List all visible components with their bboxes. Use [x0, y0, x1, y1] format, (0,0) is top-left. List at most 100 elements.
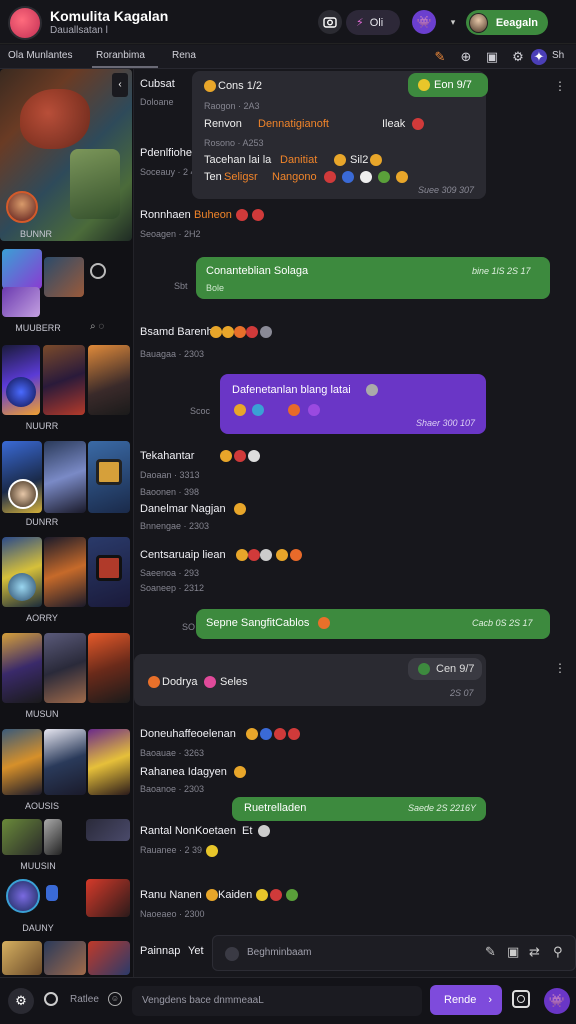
card-line-highlight[interactable]: Dennatigianoft	[258, 118, 329, 130]
chat-bubble-outgoing[interactable]: Sepne SangfitCablos Cacb 0S 2S 17	[196, 609, 550, 639]
share-icon[interactable]: ⇄	[529, 944, 540, 960]
sidebar-group[interactable]: AORRY	[0, 535, 134, 631]
sidebar-group[interactable]	[0, 941, 134, 977]
sidebar-group[interactable]: MUUSIN	[0, 819, 134, 875]
tab-members[interactable]: Ola Munlantes	[8, 50, 72, 61]
more-options-icon[interactable]: ⋮	[554, 661, 566, 675]
sidebar-group[interactable]: ‹ BUNNR	[0, 69, 134, 247]
record-icon[interactable]	[44, 992, 58, 1006]
avatar[interactable]	[6, 191, 38, 223]
search-input[interactable]: Beghminbaam	[247, 947, 311, 958]
gallery-icon[interactable]: ▣	[507, 944, 519, 960]
game-art-tile[interactable]	[2, 287, 40, 317]
game-art-tile[interactable]	[2, 633, 42, 703]
message-input[interactable]: Vengdens bace dnmmeaaL	[132, 986, 422, 1016]
chat-bubble-outgoing[interactable]: Conanteblian Solaga Bole bine 1lS 2S 17	[196, 257, 550, 299]
card-badge[interactable]: Cen 9/7	[408, 658, 482, 680]
game-art-tile[interactable]	[44, 633, 86, 703]
sidebar-group[interactable]: AOUSIS	[0, 727, 134, 823]
tab-rena[interactable]: Rena	[172, 50, 196, 61]
chat-bubble-outgoing[interactable]: Dafenetanlan blang latai Shaer 300 107	[220, 374, 486, 434]
mode-pill[interactable]: ⚡ Oli	[346, 10, 400, 35]
angry-icon	[270, 889, 282, 901]
gear-icon[interactable]: ⚙	[510, 49, 526, 65]
game-art-tile[interactable]	[44, 941, 86, 975]
message-author[interactable]: Ronnhaen	[140, 209, 191, 221]
star-icon[interactable]: ✦	[531, 49, 547, 65]
user-menu[interactable]: Eeagaln	[466, 10, 548, 35]
message-author[interactable]: Doneuhaffeoelenan	[140, 728, 236, 740]
sidebar-group[interactable]: DAUNY	[0, 875, 134, 939]
game-art-tile[interactable]	[2, 441, 42, 513]
tab-programs[interactable]: Roranbima	[96, 50, 145, 61]
pencil-icon[interactable]: ✎	[485, 944, 496, 960]
message-author[interactable]: Pdenlfiohe	[140, 147, 192, 159]
pin-icon[interactable]: ⚲	[553, 944, 563, 960]
card-line-highlight[interactable]: Nangono	[272, 171, 317, 183]
camera-icon[interactable]	[512, 990, 530, 1008]
game-art-tile[interactable]	[44, 729, 86, 795]
game-art-tile[interactable]	[88, 633, 130, 703]
game-art-tile[interactable]	[44, 441, 86, 513]
gamepad-icon[interactable]: ⊕	[458, 49, 474, 65]
game-art-tile[interactable]	[2, 345, 40, 415]
embed-card[interactable]: Dodrya Seles Cen 9/7 2S 07	[134, 654, 486, 706]
message-author[interactable]: Ranu Nanen	[140, 889, 202, 901]
avatar	[225, 947, 239, 961]
game-art-tile[interactable]	[44, 257, 84, 297]
message-author-tag[interactable]: Buheon	[194, 209, 232, 221]
card-line-highlight[interactable]: Danitiat	[280, 154, 317, 166]
message-author[interactable]: Danelmar Nagjan	[140, 503, 226, 515]
tab-bar: Ola Munlantes Roranbima Rena ✎ ⊕ ▣ ⚙ ✦ S…	[0, 45, 576, 69]
game-art-tile[interactable]	[44, 819, 62, 855]
more-options-icon[interactable]: ⋮	[554, 79, 566, 93]
sidebar-group[interactable]: DUNRR	[0, 439, 134, 535]
avatar[interactable]	[6, 879, 40, 913]
game-art-tile[interactable]	[2, 729, 42, 795]
tab-extra-label[interactable]: Sh	[552, 50, 564, 61]
message-author[interactable]: Bsamd Barenh	[140, 326, 213, 338]
message-author[interactable]: Rantal NonKoetaen	[140, 825, 236, 837]
game-art-tile[interactable]	[86, 879, 130, 917]
message-author[interactable]: Painnap	[140, 945, 180, 957]
game-art-tile[interactable]	[88, 345, 130, 415]
game-art-tile[interactable]	[88, 729, 130, 795]
card-line-highlight[interactable]: Seligsr	[224, 171, 258, 183]
community-avatar[interactable]	[8, 6, 42, 40]
message-meta: Baoauae · 3263	[140, 748, 205, 758]
game-art-tile[interactable]	[88, 537, 130, 607]
game-art-tile[interactable]	[2, 249, 42, 289]
game-art-tile[interactable]	[86, 819, 130, 841]
sidebar-group[interactable]: MUUBERR ⌕ ◌	[0, 247, 134, 343]
ghost-icon[interactable]: 👾	[544, 988, 570, 1014]
image-icon[interactable]: ▣	[484, 49, 500, 65]
camera-icon[interactable]	[318, 10, 342, 34]
sidebar-group[interactable]: MUSUN	[0, 631, 134, 727]
game-art-tile[interactable]	[88, 441, 130, 513]
search-bar[interactable]: Beghminbaam ✎ ▣ ⇄ ⚲	[212, 935, 576, 971]
message-author[interactable]: Tekahantar	[140, 450, 194, 462]
game-art-tile[interactable]	[44, 537, 86, 607]
game-art-tile[interactable]	[2, 537, 42, 607]
embed-card[interactable]: Cons 1/2 Eon 9/7 Raogon · 2A3 Renvon Den…	[192, 71, 488, 199]
message-author[interactable]: Cubsat	[140, 78, 175, 90]
chevron-down-icon[interactable]: ▾	[441, 10, 465, 34]
game-art-tile[interactable]	[88, 941, 130, 975]
pencil-icon[interactable]: ✎	[432, 49, 448, 65]
game-art-tile[interactable]	[46, 885, 58, 901]
message-author[interactable]: Rahanea Idagyen	[140, 766, 227, 778]
game-art-tile[interactable]	[43, 345, 85, 415]
gear-icon[interactable]: ⚙	[8, 988, 34, 1014]
sidebar-group[interactable]: NUURR	[0, 343, 134, 439]
message-author[interactable]: Centsaruaip liean	[140, 549, 226, 561]
game-art-tile[interactable]	[2, 819, 42, 855]
send-button[interactable]: Rende ›	[430, 985, 502, 1015]
angry-icon	[236, 209, 248, 221]
emoji-icon[interactable]: ☺	[108, 992, 122, 1006]
chat-bubble-outgoing[interactable]: Ruetrelladen Saede 2S 2216Y	[232, 797, 486, 821]
film-icon[interactable]	[90, 263, 106, 279]
card-badge[interactable]: Eon 9/7	[408, 73, 488, 97]
game-art-tile[interactable]	[2, 941, 42, 975]
ghost-icon[interactable]: 👾	[412, 10, 436, 34]
link-icon[interactable]: ⌕ ◌	[90, 321, 104, 332]
